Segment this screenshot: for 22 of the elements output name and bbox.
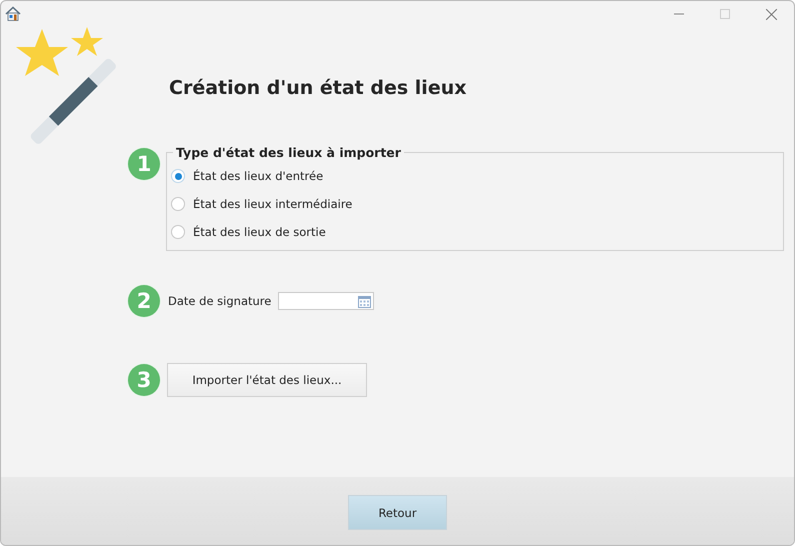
home-icon bbox=[5, 6, 21, 21]
back-button[interactable]: Retour bbox=[348, 495, 447, 530]
radio-label: État des lieux d'entrée bbox=[193, 169, 324, 183]
radio-label: État des lieux intermédiaire bbox=[193, 197, 352, 211]
maximize-icon[interactable] bbox=[720, 9, 730, 19]
close-icon[interactable] bbox=[766, 8, 776, 20]
radio-label: État des lieux de sortie bbox=[193, 225, 326, 239]
import-button[interactable]: Importer l'état des lieux... bbox=[167, 363, 367, 397]
radio-option[interactable]: État des lieux intermédiaire bbox=[171, 190, 783, 218]
step-number-badge: 1 bbox=[128, 148, 160, 180]
radio-button[interactable] bbox=[171, 169, 185, 183]
date-field[interactable] bbox=[278, 292, 374, 310]
calendar-icon[interactable] bbox=[358, 294, 372, 308]
step-number-badge: 2 bbox=[128, 285, 160, 317]
page-title: Création d'un état des lieux bbox=[169, 77, 466, 99]
radio-button[interactable] bbox=[171, 197, 185, 211]
radio-option[interactable]: État des lieux de sortie bbox=[171, 218, 783, 246]
radio-option[interactable]: État des lieux d'entrée bbox=[171, 162, 783, 190]
step-number-badge: 3 bbox=[128, 364, 160, 396]
radio-button[interactable] bbox=[171, 225, 185, 239]
group-legend: Type d'état des lieux à importer bbox=[173, 145, 404, 160]
date-label: Date de signature bbox=[168, 294, 272, 308]
